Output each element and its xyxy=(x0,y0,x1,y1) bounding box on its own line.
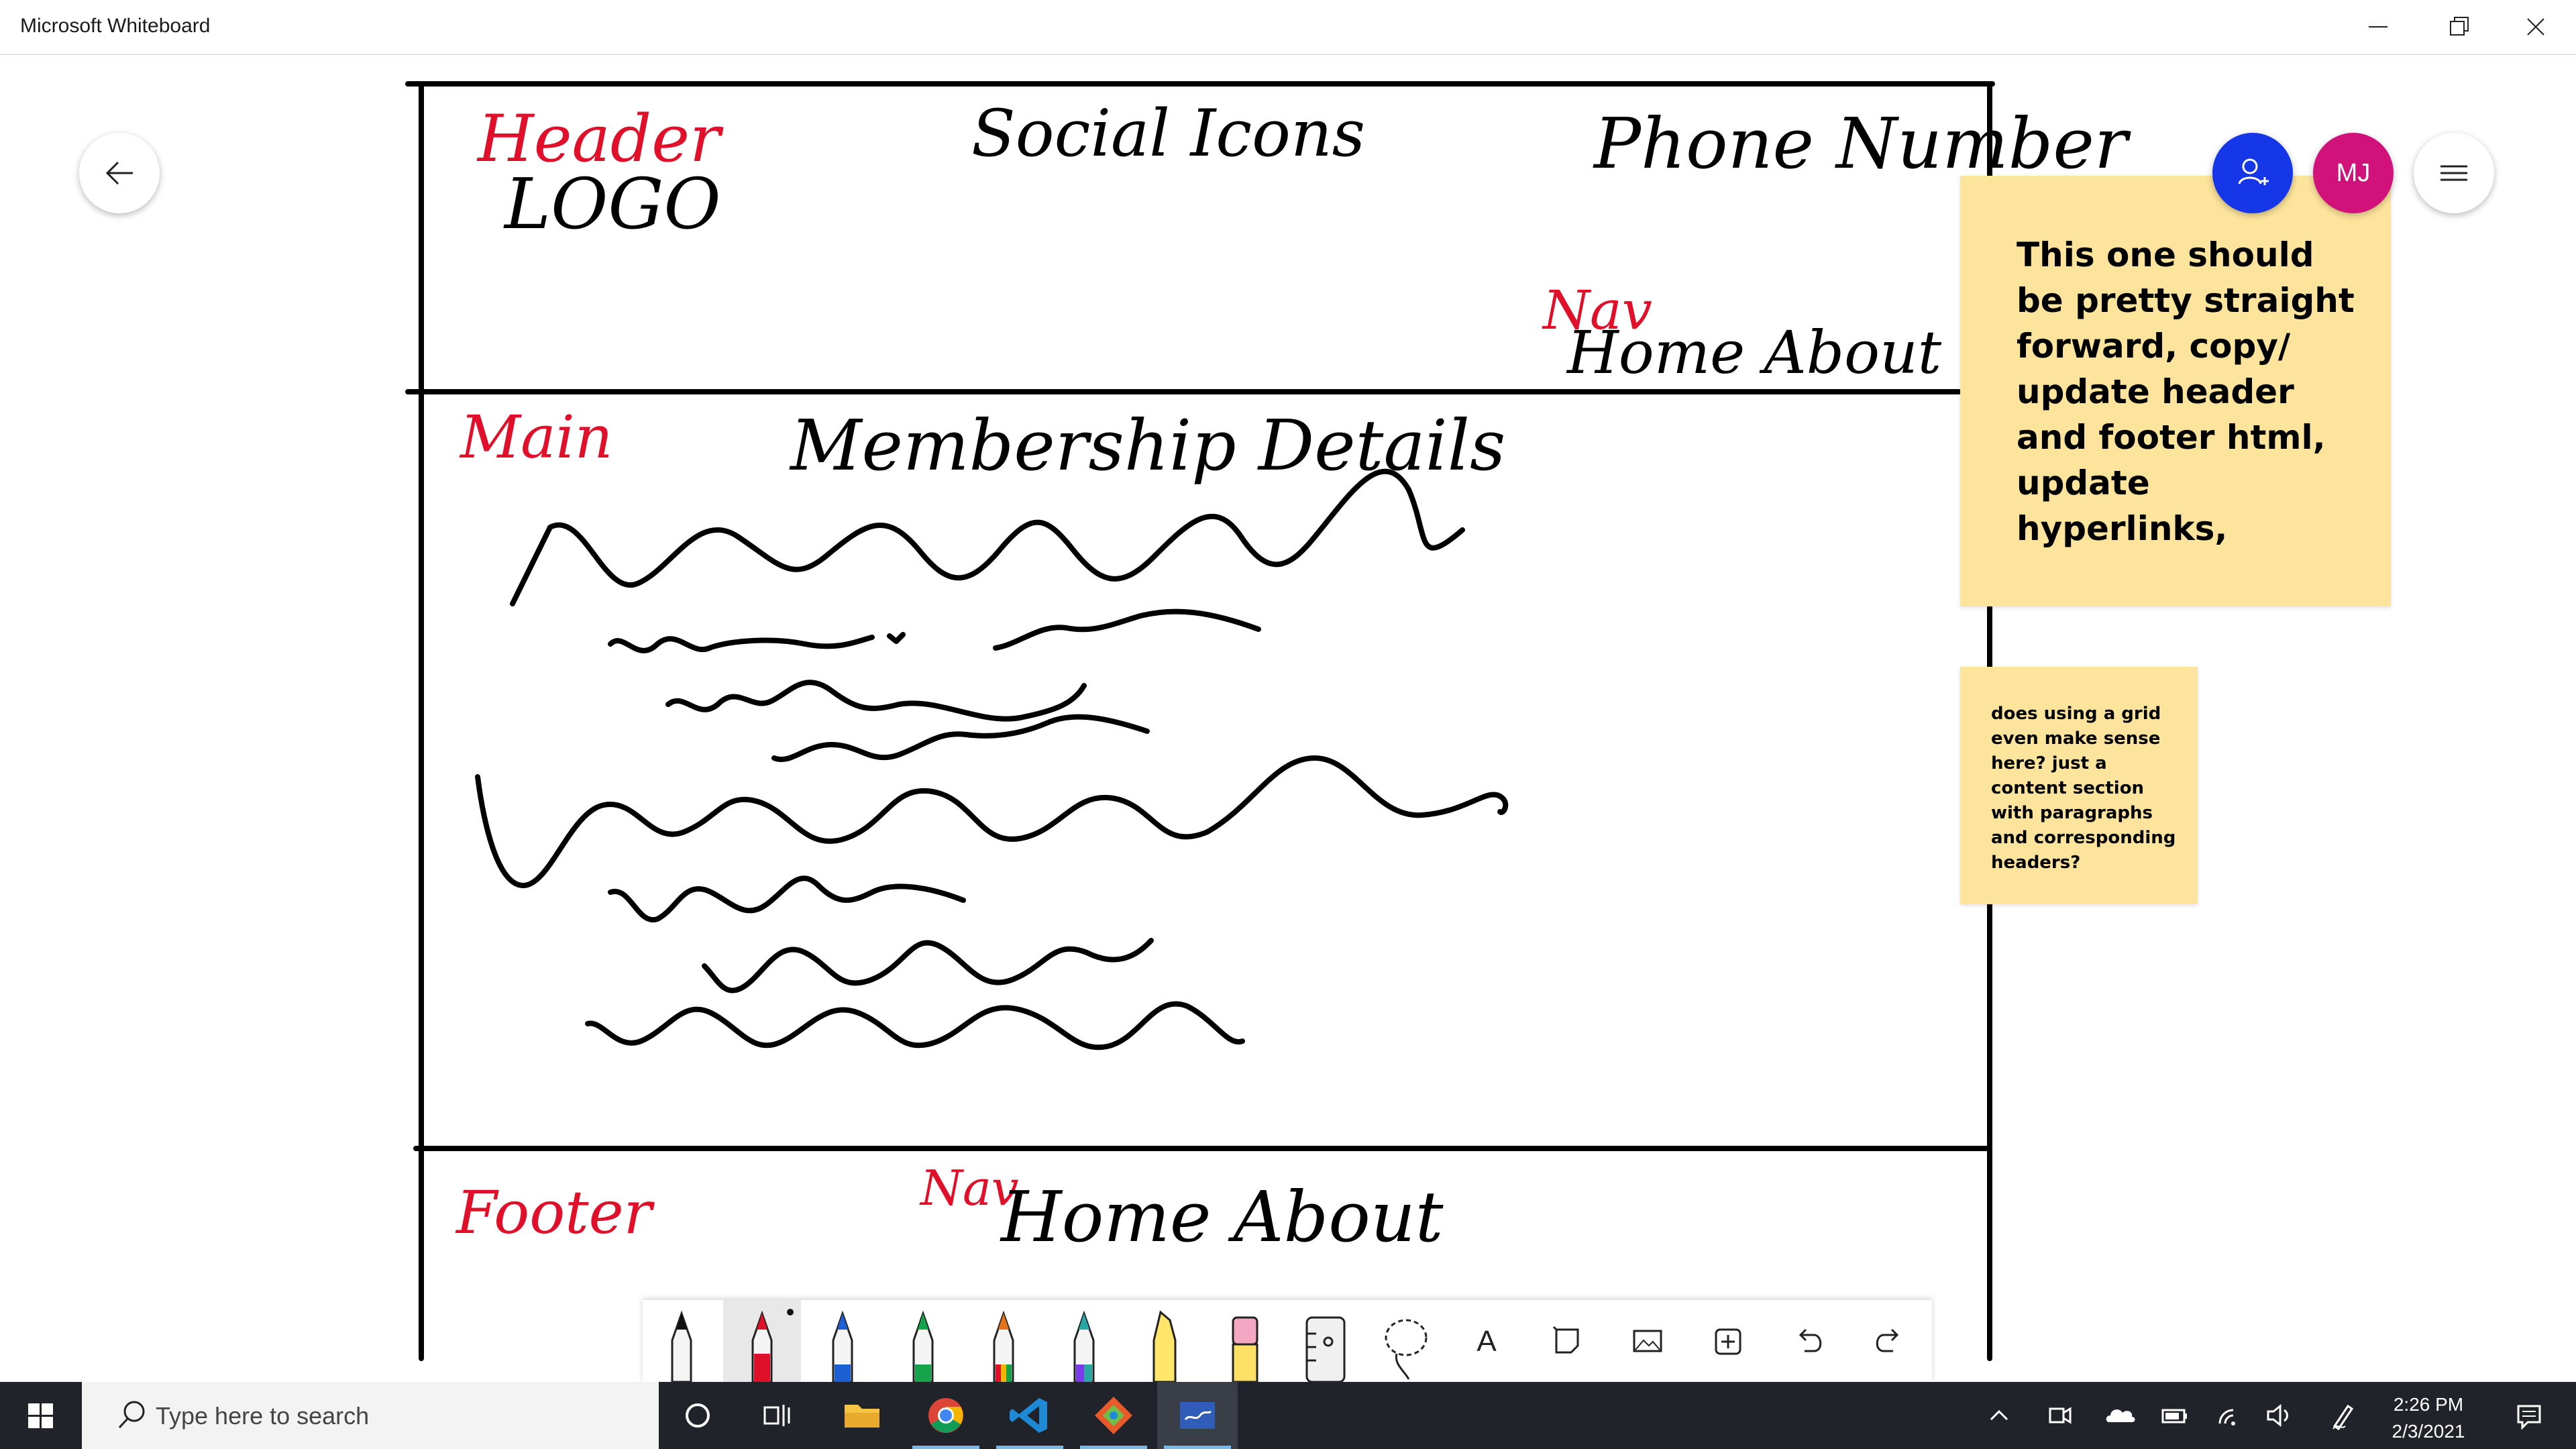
blue-pen-icon xyxy=(832,1310,853,1382)
redo-button[interactable] xyxy=(1850,1300,1928,1382)
logo-text: LOGO xyxy=(503,163,721,245)
social-icons-text: Social Icons xyxy=(971,96,1365,171)
start-button[interactable] xyxy=(0,1382,82,1449)
inking-toolbar: A xyxy=(643,1300,1932,1382)
chrome-button[interactable] xyxy=(906,1382,986,1449)
running-indicator xyxy=(1164,1446,1231,1449)
red-pen-icon xyxy=(751,1309,794,1382)
show-hidden-icons-button[interactable] xyxy=(1972,1382,2026,1449)
phone-number-text: Phone Number xyxy=(1593,103,2131,184)
avatar[interactable]: MJ xyxy=(2313,133,2394,213)
clock-date: 2/3/2021 xyxy=(2392,1421,2465,1442)
task-view-icon xyxy=(763,1405,790,1426)
windows-logo-icon xyxy=(28,1403,53,1428)
insert-tool[interactable] xyxy=(1689,1300,1767,1382)
whiteboard-icon xyxy=(1180,1402,1215,1429)
galaxy-pen-icon xyxy=(1073,1310,1095,1382)
sticky-note-text: This one should be pretty straight forwa… xyxy=(2017,235,2355,548)
blue-pen-tool[interactable] xyxy=(804,1300,881,1382)
battery-button[interactable] xyxy=(2147,1382,2200,1449)
rainbow-pen-icon xyxy=(993,1310,1014,1382)
yellow-highlighter-tool[interactable] xyxy=(1126,1300,1203,1382)
chevron-up-icon xyxy=(1990,1409,2008,1421)
undo-icon xyxy=(1799,1328,1822,1352)
system-clock[interactable]: 2:26 PM 2/3/2021 xyxy=(2375,1391,2482,1445)
menu-button[interactable] xyxy=(2414,133,2494,213)
hamburger-menu-icon xyxy=(2440,165,2467,181)
black-pen-tool[interactable] xyxy=(643,1300,720,1382)
git-client-button[interactable] xyxy=(1073,1382,1154,1449)
rainbow-pen-tool[interactable] xyxy=(965,1300,1042,1382)
redo-icon xyxy=(1876,1328,1899,1352)
sticky-note-tool[interactable] xyxy=(1528,1300,1606,1382)
clock-time: 2:26 PM xyxy=(2393,1394,2464,1415)
volume-button[interactable] xyxy=(2251,1382,2304,1449)
git-client-icon xyxy=(1095,1397,1132,1434)
invite-people-icon xyxy=(2238,158,2269,185)
folder-icon xyxy=(845,1405,879,1428)
ruler-tool[interactable] xyxy=(1287,1300,1364,1382)
running-indicator xyxy=(1080,1446,1147,1449)
file-explorer-button[interactable] xyxy=(822,1382,902,1449)
add-icon xyxy=(1715,1328,1741,1355)
sticky-note-text: does using a grid even make sense here? … xyxy=(1991,704,2176,873)
running-indicator xyxy=(996,1446,1063,1449)
text-tool[interactable]: A xyxy=(1448,1300,1525,1382)
speaker-icon xyxy=(2267,1403,2288,1428)
meet-now-icon xyxy=(2049,1407,2072,1424)
action-center-button[interactable] xyxy=(2496,1382,2563,1449)
image-icon xyxy=(1633,1330,1662,1352)
sticky-note-icon xyxy=(1552,1326,1579,1354)
cortana-icon xyxy=(686,1403,710,1428)
invite-button[interactable] xyxy=(2212,133,2293,213)
red-pen-tool[interactable] xyxy=(723,1300,801,1382)
taskbar: Type here to search 2:26 PM 2/3/2021 xyxy=(0,1382,2576,1449)
battery-icon xyxy=(2161,1409,2187,1424)
placeholder-squiggles xyxy=(475,468,1509,1051)
sticky-note[interactable]: does using a grid even make sense here? … xyxy=(1960,667,2198,904)
lasso-tool[interactable] xyxy=(1367,1300,1445,1382)
chrome-icon xyxy=(928,1398,963,1433)
meet-now-button[interactable] xyxy=(2033,1382,2086,1449)
galaxy-pen-tool[interactable] xyxy=(1045,1300,1123,1382)
wireframe-box xyxy=(405,81,1995,1361)
back-arrow-icon xyxy=(105,161,133,185)
eraser-icon xyxy=(1232,1316,1258,1382)
main-label: Main xyxy=(459,402,612,472)
svg-text:A: A xyxy=(1477,1325,1497,1358)
taskbar-search[interactable]: Type here to search xyxy=(82,1382,659,1449)
cortana-button[interactable] xyxy=(657,1382,738,1449)
onedrive-button[interactable] xyxy=(2093,1382,2147,1449)
yellow-highlighter-icon xyxy=(1152,1310,1177,1382)
whiteboard-taskbar-button[interactable] xyxy=(1157,1382,1238,1449)
black-pen-icon xyxy=(671,1310,692,1382)
running-indicator xyxy=(912,1446,979,1449)
vscode-button[interactable] xyxy=(989,1382,1070,1449)
notifications-icon xyxy=(2517,1405,2541,1430)
image-tool[interactable] xyxy=(1609,1300,1686,1382)
green-pen-tool[interactable] xyxy=(884,1300,962,1382)
vscode-icon xyxy=(1010,1398,1047,1433)
network-button[interactable] xyxy=(2204,1382,2257,1449)
text-icon: A xyxy=(1477,1325,1497,1358)
pen-workspace-icon xyxy=(2332,1404,2354,1431)
undo-button[interactable] xyxy=(1770,1300,1847,1382)
nav-links-footer: Home About xyxy=(1000,1176,1444,1258)
eraser-tool[interactable] xyxy=(1206,1300,1284,1382)
ruler-icon xyxy=(1305,1316,1346,1382)
search-placeholder: Type here to search xyxy=(156,1402,370,1430)
back-button[interactable] xyxy=(79,133,160,213)
pen-workspace-button[interactable] xyxy=(2314,1382,2368,1449)
sticky-note[interactable]: This one should be pretty straight forwa… xyxy=(1960,176,2391,606)
green-pen-icon xyxy=(912,1310,934,1382)
task-view-button[interactable] xyxy=(738,1382,818,1449)
lasso-icon xyxy=(1385,1319,1428,1380)
wifi-icon xyxy=(2218,1409,2235,1426)
cloud-icon xyxy=(2106,1409,2135,1422)
footer-label: Footer xyxy=(455,1178,655,1247)
